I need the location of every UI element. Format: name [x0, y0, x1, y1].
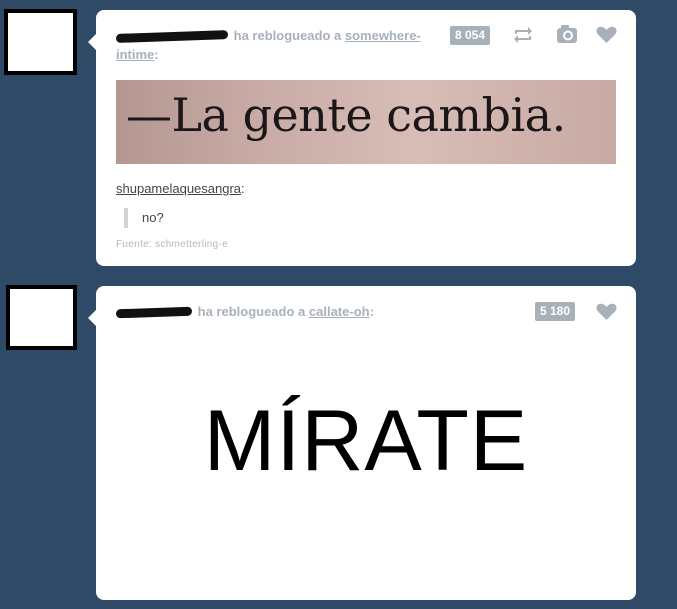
source-blog-link[interactable]: callate-oh — [309, 304, 370, 319]
post-card: ha reblogueado a somewhere-intime: 8 054… — [88, 10, 636, 266]
post-header: ha reblogueado a callate-oh: — [115, 302, 446, 321]
camera-icon[interactable] — [556, 24, 578, 49]
post-image-text: MÍRATE — [203, 393, 529, 489]
heart-icon[interactable] — [596, 26, 617, 49]
post-card: ha reblogueado a callate-oh: 5 180 MÍRAT… — [88, 286, 636, 600]
reblog-action-text: ha reblogueado a — [233, 28, 342, 43]
source-link[interactable]: Fuente: schmetterling-e — [116, 239, 228, 250]
quote-photo: —La gente cambia. — [116, 80, 616, 164]
quote-photo-text: —La gente cambia. — [126, 88, 566, 142]
reblog-action-text: ha reblogueado a — [197, 304, 306, 319]
reblog-icon[interactable] — [512, 25, 534, 50]
reblog-comment: no? — [124, 208, 164, 228]
avatar[interactable] — [6, 285, 77, 350]
avatar[interactable] — [4, 9, 77, 75]
reblogger-link[interactable]: shupamelaquesangra — [116, 181, 241, 196]
post-header: ha reblogueado a somewhere-intime: — [115, 28, 421, 62]
heart-icon[interactable] — [596, 303, 617, 326]
note-count[interactable]: 8 054 — [450, 26, 491, 45]
reblogger-line: shupamelaquesangra: — [116, 181, 245, 196]
redacted-username — [115, 306, 193, 319]
redacted-username — [115, 30, 229, 44]
note-count[interactable]: 5 180 — [535, 302, 576, 321]
